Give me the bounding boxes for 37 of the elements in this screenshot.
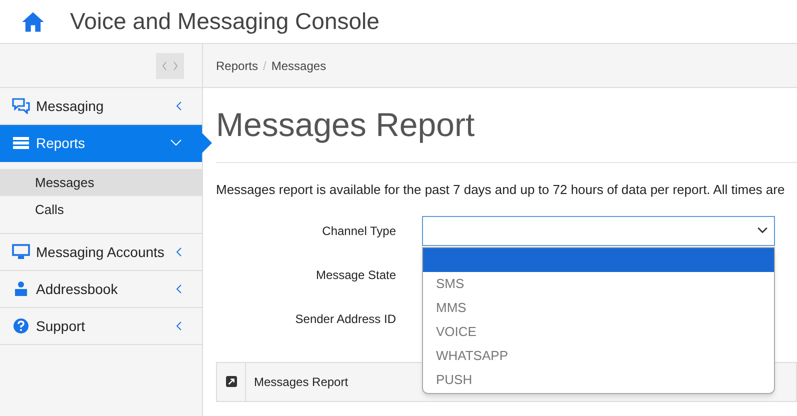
pointer-arrow bbox=[202, 133, 212, 153]
app-title: Voice and Messaging Console bbox=[70, 7, 380, 36]
breadcrumb-separator: / bbox=[263, 58, 266, 74]
field-label: Channel Type bbox=[321, 222, 396, 240]
list-icon bbox=[12, 136, 30, 150]
expand-icon bbox=[226, 376, 236, 387]
chevron-down-icon bbox=[170, 139, 182, 147]
sidebar-item[interactable]: Addressbook bbox=[0, 271, 202, 308]
sidebar-item[interactable]: Support bbox=[0, 308, 202, 345]
field-label: Sender Address ID bbox=[294, 310, 396, 328]
breadcrumb-link[interactable]: Reports bbox=[216, 56, 258, 74]
chevron-left-icon bbox=[176, 101, 182, 111]
description-text: Messages report is available for the past 7 days and up to 72 hours of data per report. All times are bbox=[216, 181, 786, 199]
chat-icon bbox=[12, 98, 30, 114]
person-icon bbox=[12, 281, 30, 297]
submenu-item[interactable]: Calls bbox=[0, 196, 202, 223]
page-title: Messages Report bbox=[216, 105, 476, 145]
dropdown-option[interactable]: VOICE bbox=[423, 320, 774, 344]
field-label: Message State bbox=[314, 266, 396, 284]
dropdown-option[interactable]: WHATSAPP bbox=[423, 344, 774, 368]
sidebar-item[interactable]: Messaging Accounts bbox=[0, 234, 202, 271]
monitor-icon bbox=[12, 244, 30, 260]
chevron-left-icon bbox=[176, 247, 182, 257]
dropdown-option[interactable] bbox=[423, 248, 774, 272]
dropdown-option[interactable]: SMS bbox=[423, 272, 774, 296]
panel-title: Messages Report bbox=[254, 374, 348, 390]
chevron-down-icon bbox=[757, 227, 768, 234]
dropdown-option[interactable]: MMS bbox=[423, 296, 774, 320]
sidebar-toggle-icon[interactable] bbox=[156, 52, 184, 78]
help-icon bbox=[12, 318, 30, 334]
select-field[interactable] bbox=[422, 216, 775, 246]
submenu-item[interactable]: Messages bbox=[0, 169, 202, 196]
chevron-left-icon bbox=[176, 321, 182, 331]
dropdown-option[interactable]: PUSH bbox=[423, 368, 774, 392]
sidebar-item[interactable]: Reports bbox=[0, 125, 202, 162]
breadcrumb-link[interactable]: Messages bbox=[271, 56, 326, 74]
chevron-left-icon bbox=[176, 284, 182, 294]
